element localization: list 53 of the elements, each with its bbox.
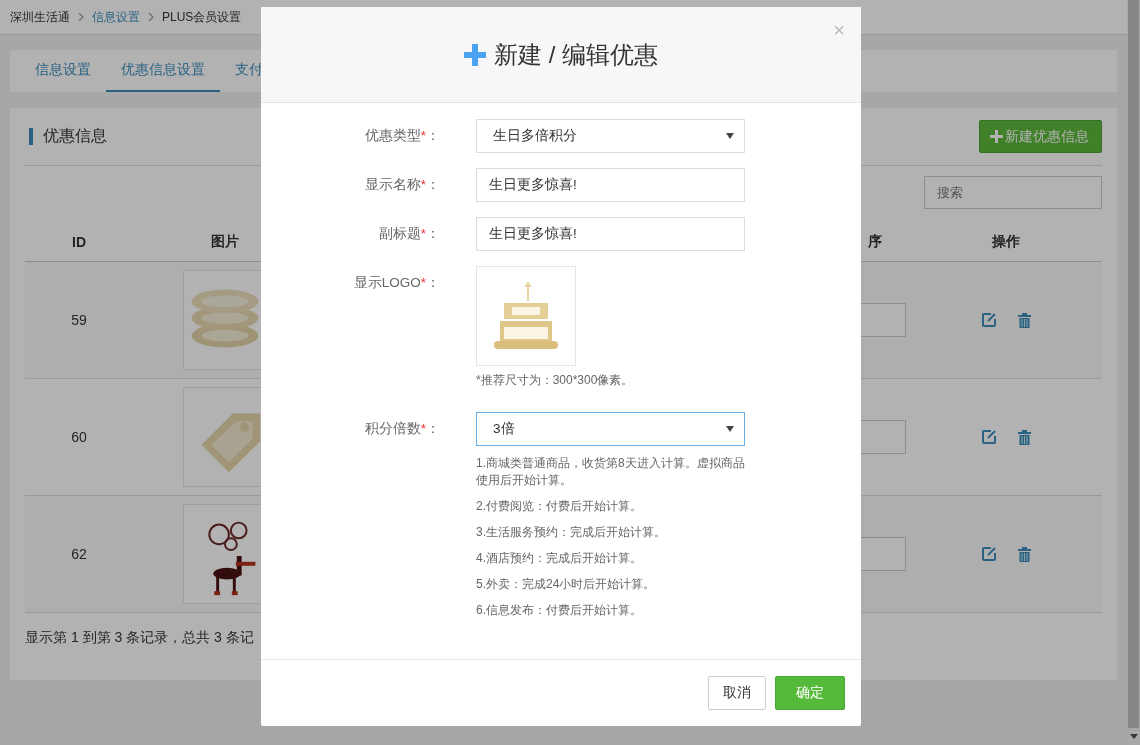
tab[interactable]: 信息设置 bbox=[20, 50, 106, 92]
tab[interactable]: 优惠信息设置 bbox=[106, 50, 220, 92]
field-label: 显示名称*： bbox=[363, 176, 440, 194]
rule-note: 1.商城类普通商品，收货第8天进入计算。虚拟商品使用后开始计算。 bbox=[476, 455, 745, 489]
edit-icon[interactable] bbox=[981, 547, 996, 561]
plus-icon bbox=[464, 43, 486, 66]
cancel-button[interactable]: 取消 bbox=[708, 676, 766, 710]
field-label: 显示LOGO*： bbox=[352, 274, 440, 292]
column-header: ID bbox=[71, 233, 87, 252]
rule-note: 2.付费阅览：付费后开始计算。 bbox=[476, 498, 643, 515]
records-info: 显示第 1 到第 3 条记录，总共 3 条记 bbox=[25, 629, 255, 647]
input-field[interactable]: 生日更多惊喜! bbox=[476, 217, 745, 251]
logo-upload[interactable] bbox=[476, 266, 576, 366]
table-cell: 59 bbox=[71, 312, 87, 328]
dialog-title: 新建 / 编辑优惠 bbox=[494, 39, 658, 70]
scrollbar[interactable] bbox=[1127, 0, 1140, 745]
input-field[interactable]: 生日更多惊喜! bbox=[476, 168, 745, 202]
breadcrumb-item: PLUS会员设置 bbox=[162, 8, 242, 26]
down-arrow-icon[interactable] bbox=[1129, 734, 1138, 739]
field-label: 优惠类型*： bbox=[363, 127, 440, 145]
chevron-icon bbox=[78, 13, 84, 21]
breadcrumb-link[interactable]: 信息设置 bbox=[92, 8, 140, 26]
edit-icon[interactable] bbox=[981, 313, 996, 327]
rule-note: 3.生活服务预约：完成后开始计算。 bbox=[476, 524, 667, 541]
field-label: 副标题*： bbox=[377, 225, 440, 243]
rule-note: 4.酒店预约：完成后开始计算。 bbox=[476, 550, 643, 567]
trash-icon[interactable] bbox=[1017, 546, 1031, 562]
rule-note: 6.信息发布：付费后开始计算。 bbox=[476, 602, 643, 619]
new-button[interactable]: 新建优惠信息 bbox=[979, 120, 1102, 153]
title-bar-accent bbox=[29, 128, 33, 145]
trash-icon[interactable] bbox=[1017, 429, 1031, 445]
field-label: 积分倍数*： bbox=[363, 420, 440, 438]
trash-icon[interactable] bbox=[1017, 312, 1031, 328]
table-cell: 60 bbox=[71, 429, 87, 445]
column-header: 序 bbox=[868, 233, 882, 251]
chevron-icon bbox=[148, 13, 154, 21]
size-hint: *推荐尺寸为：300*300像素。 bbox=[476, 372, 635, 389]
edit-icon[interactable] bbox=[981, 430, 996, 444]
caret-icon bbox=[726, 133, 734, 139]
confirm-button[interactable]: 确定 bbox=[775, 676, 845, 710]
search-field[interactable]: 搜索 bbox=[924, 176, 1102, 209]
column-header: 图片 bbox=[210, 232, 240, 251]
select-field[interactable]: 生日多倍积分 bbox=[476, 119, 745, 153]
plus-icon bbox=[990, 130, 1003, 143]
column-header: 操作 bbox=[991, 232, 1021, 251]
close-button[interactable]: × bbox=[833, 19, 845, 42]
select-field[interactable]: 3倍 bbox=[476, 412, 745, 446]
rule-note: 5.外卖：完成24小时后开始计算。 bbox=[476, 576, 657, 593]
caret-icon bbox=[726, 426, 734, 432]
table-cell: 62 bbox=[71, 546, 87, 562]
breadcrumb-item: 深圳生活通 bbox=[10, 8, 70, 26]
tab[interactable]: 支付 bbox=[220, 50, 278, 92]
panel-title: 优惠信息 bbox=[43, 126, 107, 146]
